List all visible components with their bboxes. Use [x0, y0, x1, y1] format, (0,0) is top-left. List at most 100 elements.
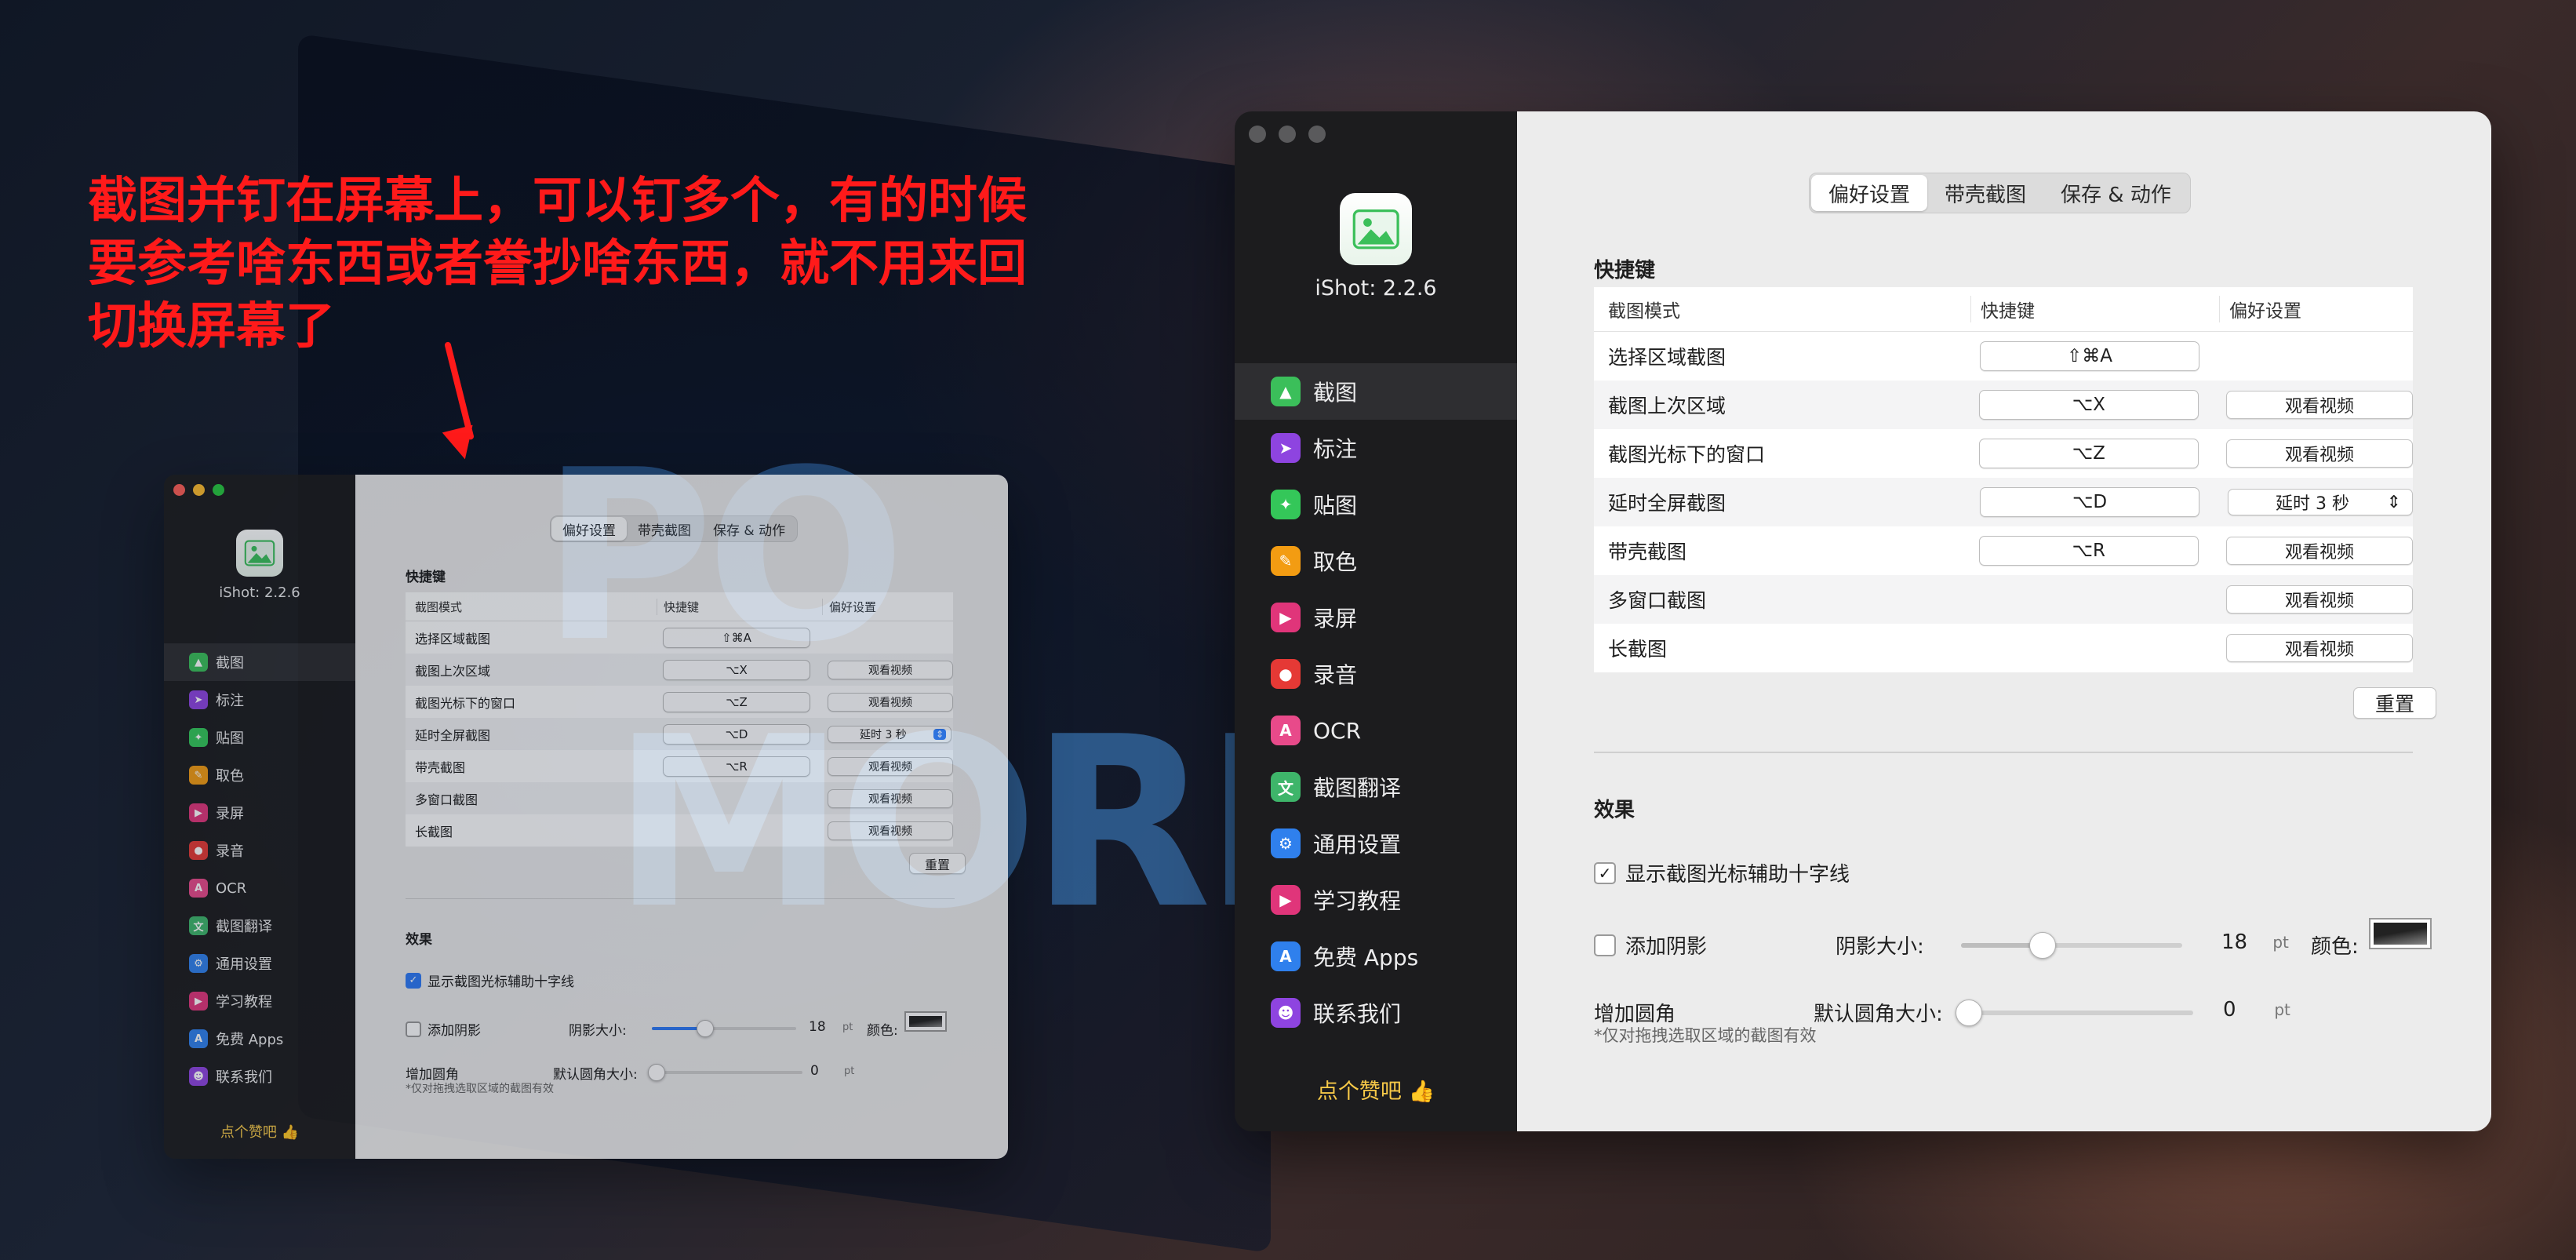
shortcuts-title: 快捷键 [1594, 259, 1656, 282]
watch-video-button[interactable]: 观看视频 [828, 756, 953, 776]
crosshair-checkbox[interactable]: ✓ [1594, 861, 1616, 884]
preference-cell: 延时 3 秒 ⇕ [821, 725, 951, 743]
sidebar-item[interactable]: ➤ 标注 [164, 681, 355, 719]
sidebar-item[interactable]: ☻ 联系我们 [164, 1058, 355, 1095]
crosshair-option[interactable]: ✓ 显示截图光标辅助十字线 [406, 970, 574, 990]
table-row: 延时全屏截图 ⌥D 延时 3 秒 ⇕ [406, 718, 953, 750]
tab[interactable]: 带壳截图 [627, 517, 702, 541]
slider-knob[interactable] [1956, 1000, 1982, 1026]
shortcut-recorder[interactable]: ⌥D [663, 723, 810, 745]
sidebar-item[interactable]: 文截图翻译 [1235, 759, 1517, 815]
shadow-checkbox[interactable] [406, 1021, 421, 1037]
sidebar-item[interactable]: ✦ 贴图 [1235, 476, 1517, 533]
shadow-option[interactable]: 添加阴影 [406, 1019, 481, 1039]
close-button[interactable] [173, 484, 185, 496]
sidebar-item[interactable]: ➤ 标注 [1235, 420, 1517, 476]
minimize-button[interactable] [193, 484, 205, 496]
tab[interactable]: 偏好设置 [1811, 175, 1928, 211]
sidebar-item[interactable]: ☻ 联系我们 [1235, 985, 1517, 1041]
shadow-color-swatch[interactable] [904, 1011, 947, 1032]
watch-video-button[interactable]: 观看视频 [2226, 391, 2413, 419]
sidebar-item[interactable]: A OCR [164, 869, 355, 907]
sidebar-item[interactable]: ⚙ 通用设置 [1235, 815, 1517, 872]
sidebar-item[interactable]: ▶ 学习教程 [1235, 872, 1517, 928]
watch-video-button[interactable]: 观看视频 [828, 660, 953, 679]
sidebar-item[interactable]: ✎ 取色 [1235, 533, 1517, 589]
watch-video-button[interactable]: 观看视频 [2226, 537, 2413, 565]
sidebar-item[interactable]: ● 录音 [1235, 646, 1517, 702]
table-row: 长截图 观看视频 [406, 814, 953, 847]
sidebar-item[interactable]: ● 录音 [164, 832, 355, 869]
mode-cell: 选择区域截图 [415, 631, 491, 646]
sidebar-item[interactable]: ▶ 学习教程 [164, 982, 355, 1020]
corner-size-slider[interactable] [648, 1064, 802, 1081]
sidebar-item[interactable]: ▲ 截图 [164, 643, 355, 681]
sidebar-item[interactable]: A OCR [1235, 702, 1517, 759]
watch-video-button[interactable]: 观看视频 [828, 788, 953, 808]
reset-button[interactable]: 重置 [2353, 687, 2436, 719]
sidebar-item[interactable]: ✦ 贴图 [164, 719, 355, 756]
watch-video-button[interactable]: 观看视频 [2226, 439, 2413, 468]
sidebar-item-label: 截图 [1313, 380, 1358, 406]
zoom-button[interactable] [213, 484, 224, 496]
watch-video-button[interactable]: 观看视频 [2226, 634, 2413, 662]
window-controls [173, 484, 224, 496]
pinned-screenshot-window[interactable]: iShot: 2.2.6 ▲ 截图 ➤ 标注 ✦ 贴图 ✎ 取色 ▶ 录屏 ● 录音 A OCR 文截图翻译… [164, 475, 1008, 1159]
zoom-button[interactable] [1308, 126, 1326, 143]
shadow-checkbox[interactable] [1594, 934, 1616, 956]
watch-video-button[interactable]: 观看视频 [828, 692, 953, 712]
crosshair-checkbox[interactable]: ✓ [406, 972, 421, 989]
watch-video-button[interactable]: 观看视频 [828, 821, 953, 840]
shortcut-recorder[interactable]: ⌥D [1980, 487, 2199, 517]
shadow-size-slider[interactable] [652, 1020, 796, 1037]
shortcut-cell: ⌥D [1970, 487, 2218, 517]
sidebar-item[interactable]: ⚙ 通用设置 [164, 945, 355, 982]
shortcut-recorder[interactable]: ⌥R [663, 756, 810, 777]
annotation-line: 要参考啥东西或者誊抄啥东西，就不用来回 [88, 235, 1027, 292]
app-version: iShot: 2.2.6 [219, 584, 300, 601]
slider-knob[interactable] [648, 1064, 665, 1081]
watch-video-button[interactable]: 观看视频 [2226, 585, 2413, 614]
tab[interactable]: 保存 & 动作 [2043, 175, 2189, 211]
shortcut-recorder[interactable]: ⇧⌘A [1980, 341, 2199, 371]
table-row: 长截图 观看视频 [1594, 624, 2413, 672]
slider-knob[interactable] [697, 1020, 715, 1037]
shortcut-recorder[interactable]: ⇧⌘A [663, 627, 810, 648]
delay-select[interactable]: 延时 3 秒 ⇕ [2228, 489, 2413, 515]
sidebar-item-label: 联系我们 [216, 1069, 272, 1086]
delay-select[interactable]: 延时 3 秒 ⇕ [828, 725, 951, 743]
reset-button[interactable]: 重置 [909, 853, 966, 874]
shortcut-recorder[interactable]: ⌥R [1978, 536, 2199, 566]
tab[interactable]: 带壳截图 [1927, 175, 2043, 211]
like-link[interactable]: 点个赞吧 👍 [1235, 1074, 1517, 1105]
shadow-color-swatch[interactable] [2369, 918, 2432, 949]
minimize-button[interactable] [1279, 126, 1296, 143]
sidebar-item[interactable]: A 免费 Apps [1235, 928, 1517, 985]
sidebar-item[interactable]: A 免费 Apps [164, 1020, 355, 1058]
sidebar-item[interactable]: 文截图翻译 [164, 907, 355, 945]
shortcut-recorder[interactable]: ⌥X [1978, 390, 2199, 420]
sidebar-item[interactable]: ▲ 截图 [1235, 363, 1517, 420]
play-icon: ▶ [1271, 885, 1301, 915]
shortcut-recorder[interactable]: ⌥Z [663, 691, 810, 712]
gear-icon: ⚙ [1271, 828, 1301, 858]
table-header: 截图模式 快捷键 偏好设置 [406, 592, 953, 621]
sidebar-item[interactable]: ▶ 录屏 [164, 794, 355, 832]
like-link[interactable]: 点个赞吧 👍 [164, 1121, 355, 1142]
tab[interactable]: 保存 & 动作 [702, 517, 796, 541]
shortcut-recorder[interactable]: ⌥Z [1978, 439, 2199, 468]
shortcut-recorder[interactable]: ⌥X [663, 659, 810, 680]
sidebar-item-label: 标注 [1313, 436, 1358, 462]
tab[interactable]: 偏好设置 [551, 517, 627, 541]
shadow-option[interactable]: 添加阴影 [1594, 930, 1707, 960]
sidebar-item[interactable]: ✎ 取色 [164, 756, 355, 794]
sidebar-item[interactable]: ▶ 录屏 [1235, 589, 1517, 646]
color-label: 颜色: [867, 1023, 898, 1039]
slider-knob[interactable] [2029, 932, 2057, 959]
close-button[interactable] [1249, 126, 1266, 143]
column-header: 截图模式 [1594, 296, 1971, 322]
shadow-size-slider[interactable] [1961, 932, 2182, 959]
sidebar-item-label: 录音 [216, 843, 244, 860]
crosshair-option[interactable]: ✓ 显示截图光标辅助十字线 [1594, 858, 1850, 887]
corner-size-slider[interactable] [1956, 1000, 2193, 1026]
